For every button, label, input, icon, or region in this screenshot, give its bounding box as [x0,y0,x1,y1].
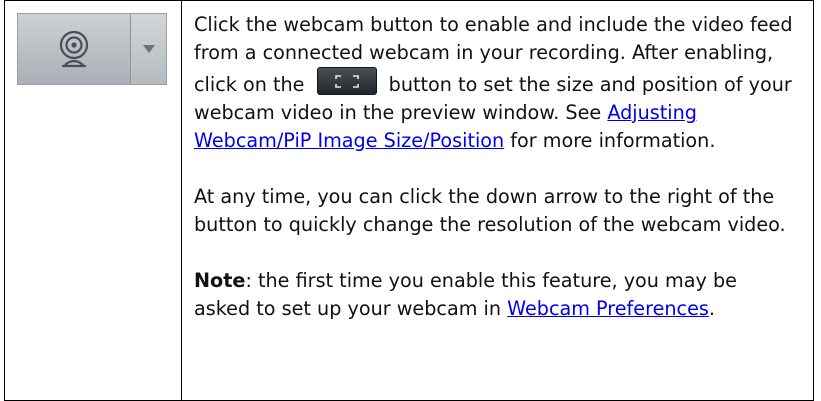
paragraph-note: Note: the first time you enable this fea… [194,267,799,323]
pip-frame-icon [334,75,359,88]
note-label: Note [194,269,246,292]
description-cell: Click the webcam button to enable and in… [181,0,814,401]
dropdown-arrow-icon [142,45,155,53]
note-end: . [708,297,715,320]
p1-text-end: for more information. [504,129,716,152]
pip-size-button [316,67,377,95]
webcam-icon [59,30,89,68]
paragraph-enable: Click the webcam button to enable and in… [194,11,799,155]
webcam-toolbar-widget [17,13,167,85]
webcam-preferences-link[interactable]: Webcam Preferences [507,297,709,320]
webcam-button[interactable] [18,14,131,84]
icon-cell [4,0,182,401]
paragraph-resolution: At any time, you can click the down arro… [194,185,786,236]
table-row: Click the webcam button to enable and in… [4,0,814,401]
feature-table: Click the webcam button to enable and in… [4,0,814,401]
webcam-dropdown-button[interactable] [131,14,166,84]
